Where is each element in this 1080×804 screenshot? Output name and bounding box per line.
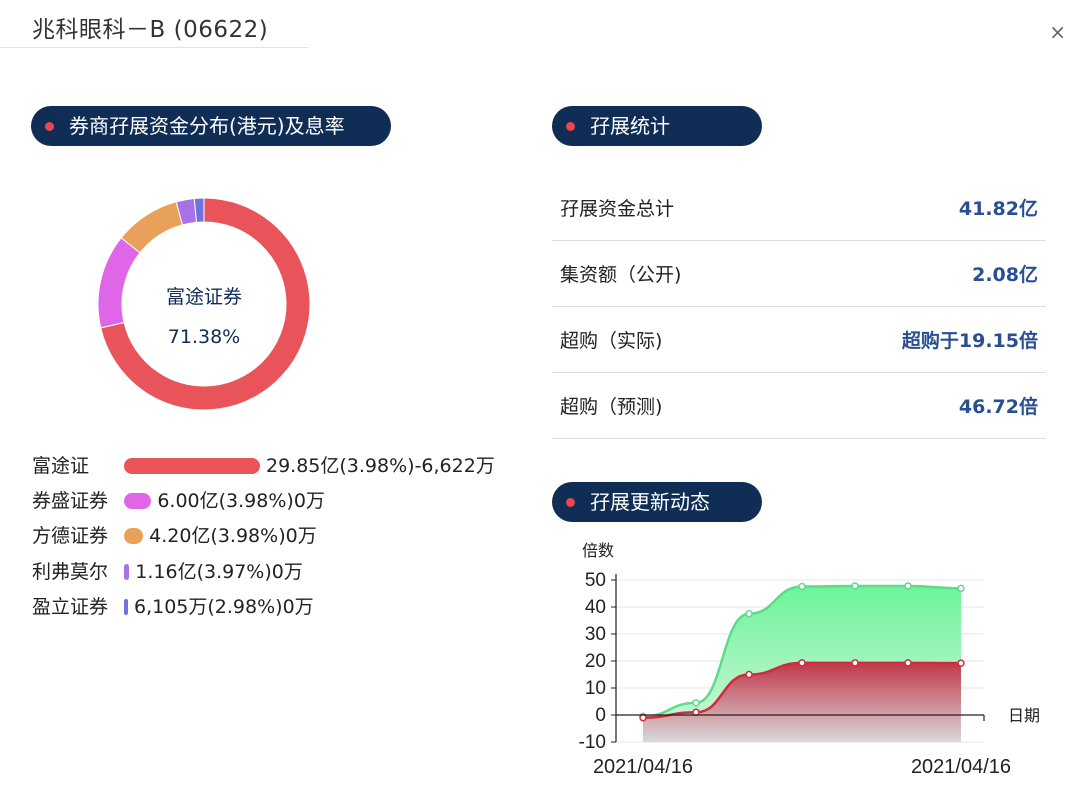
data-point[interactable] bbox=[851, 659, 859, 667]
donut-selected-name: 富途证券 bbox=[165, 286, 242, 308]
data-point[interactable] bbox=[904, 582, 912, 590]
data-point[interactable] bbox=[957, 584, 965, 593]
donut-slice[interactable] bbox=[193, 197, 205, 223]
stat-label: 超购（实际) bbox=[560, 330, 663, 352]
broker-name: 方德证券 bbox=[32, 525, 109, 547]
data-point[interactable] bbox=[692, 708, 700, 717]
page-title: 兆科眼科－B (06622) bbox=[32, 17, 269, 43]
donut-slice[interactable] bbox=[120, 201, 184, 254]
y-tick-label: -10 bbox=[579, 732, 606, 753]
margin-stats-header: 孖展统计 bbox=[552, 106, 762, 146]
stat-row-total-margin: 孖展资金总计 41.82亿 bbox=[552, 174, 1046, 241]
stat-label: 集资额（公开) bbox=[560, 264, 682, 286]
broker-bar bbox=[124, 493, 152, 509]
broker-bar bbox=[124, 564, 130, 580]
stat-label: 孖展资金总计 bbox=[560, 198, 675, 220]
broker-bar bbox=[124, 528, 144, 544]
broker-value: 1.16亿(3.97%)0万 bbox=[135, 561, 303, 583]
y-tick-label: 30 bbox=[585, 624, 606, 645]
stat-value: 41.82亿 bbox=[958, 198, 1038, 220]
data-point[interactable] bbox=[745, 670, 753, 679]
broker-bar bbox=[124, 458, 260, 474]
y-tick-label: 40 bbox=[585, 597, 606, 618]
y-tick-label: 10 bbox=[585, 678, 606, 699]
bullet-icon bbox=[45, 122, 54, 131]
stat-value: 2.08亿 bbox=[972, 264, 1038, 286]
stat-row-oversub-forecast: 超购（预测) 46.72倍 bbox=[552, 372, 1046, 439]
broker-value: 6.00亿(3.98%)0万 bbox=[157, 490, 325, 512]
data-point[interactable] bbox=[798, 659, 806, 667]
broker-name: 富途证 bbox=[32, 455, 90, 477]
data-point[interactable] bbox=[851, 582, 859, 590]
broker-name: 利弗莫尔 bbox=[32, 561, 109, 583]
broker-distribution-header: 券商孖展资金分布(港元)及息率 bbox=[31, 106, 391, 146]
close-icon[interactable]: × bbox=[1049, 22, 1066, 42]
bullet-icon bbox=[566, 498, 575, 507]
stat-value: 46.72倍 bbox=[958, 396, 1038, 418]
y-tick-label: 20 bbox=[585, 651, 606, 672]
data-point[interactable] bbox=[957, 659, 965, 667]
stat-value: 超购于19.15倍 bbox=[901, 330, 1038, 352]
x-axis-label: 日期 bbox=[1008, 707, 1040, 725]
broker-value: 4.20亿(3.98%)0万 bbox=[149, 525, 317, 547]
margin-stats-title: 孖展统计 bbox=[590, 114, 670, 138]
data-point[interactable] bbox=[904, 659, 912, 667]
broker-name: 券盛证券 bbox=[32, 490, 109, 512]
bullet-icon bbox=[566, 122, 575, 131]
data-point[interactable] bbox=[798, 582, 806, 591]
data-point[interactable] bbox=[639, 713, 647, 722]
stat-row-oversub-actual: 超购（实际) 超购于19.15倍 bbox=[552, 306, 1046, 373]
margin-trend-title: 孖展更新动态 bbox=[590, 490, 710, 514]
x-tick-label: 2021/04/16 bbox=[593, 756, 693, 778]
stat-label: 超购（预测) bbox=[560, 396, 663, 418]
data-point[interactable] bbox=[692, 699, 700, 707]
title-underline bbox=[0, 47, 308, 48]
broker-bar bbox=[124, 599, 128, 615]
broker-value: 6,105万(2.98%)0万 bbox=[134, 596, 314, 618]
stat-row-public-raise: 集资额（公开) 2.08亿 bbox=[552, 240, 1046, 307]
y-tick-label: 0 bbox=[595, 705, 606, 726]
broker-distribution-title: 券商孖展资金分布(港元)及息率 bbox=[69, 114, 345, 138]
broker-value: 29.85亿(3.98%)-6,622万 bbox=[266, 455, 495, 477]
margin-trend-header: 孖展更新动态 bbox=[552, 482, 762, 522]
margin-trend-chart[interactable]: 50 40 30 20 10 0 -10 倍数日期 2021/04/16 2021/04/16 bbox=[552, 530, 1072, 800]
donut-selected-percent: 71.38% bbox=[167, 326, 241, 348]
data-point[interactable] bbox=[745, 610, 753, 618]
y-tick-label: 50 bbox=[585, 570, 606, 591]
broker-name: 盈立证券 bbox=[32, 596, 109, 618]
x-tick-label: 2021/04/16 bbox=[911, 756, 1011, 778]
y-axis-label: 倍数 bbox=[582, 542, 614, 560]
